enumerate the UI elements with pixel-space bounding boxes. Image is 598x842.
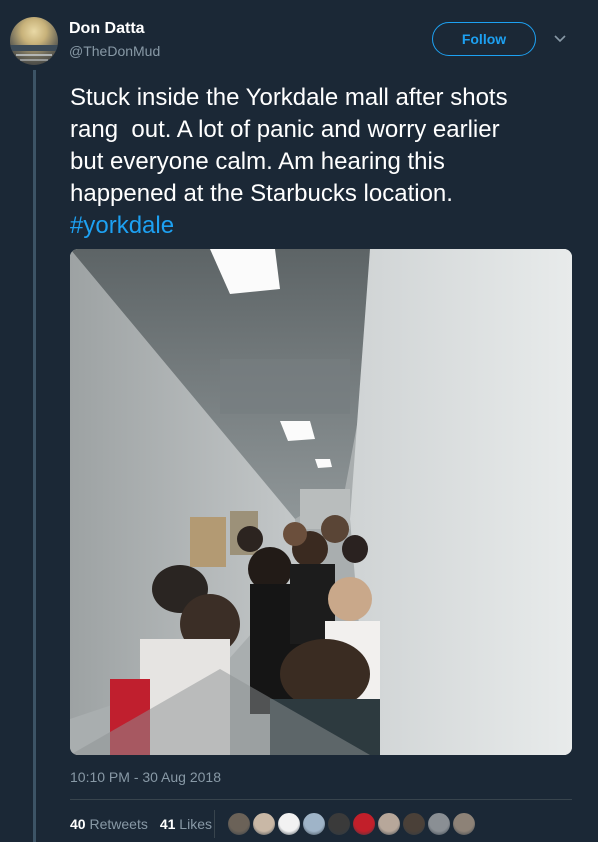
divider <box>70 799 572 800</box>
liker-avatar[interactable] <box>226 811 252 837</box>
liker-avatar[interactable] <box>251 811 277 837</box>
follow-button[interactable]: Follow <box>432 22 536 56</box>
author-name[interactable]: Don Datta <box>69 20 145 38</box>
retweets-label[interactable]: Retweets <box>89 816 147 832</box>
likes-count[interactable]: 41 <box>160 816 176 832</box>
retweets-count[interactable]: 40 <box>70 816 86 832</box>
liker-avatar[interactable] <box>301 811 327 837</box>
liker-avatar[interactable] <box>326 811 352 837</box>
tweet-photo[interactable] <box>70 249 572 755</box>
author-handle[interactable]: @TheDonMud <box>69 43 160 59</box>
likes-label[interactable]: Likes <box>179 816 212 832</box>
avatar[interactable] <box>10 17 58 65</box>
thread-line <box>33 70 36 842</box>
liker-avatar[interactable] <box>276 811 302 837</box>
liker-avatar[interactable] <box>451 811 477 837</box>
tweet-text: Stuck inside the Yorkdale mall after sho… <box>70 82 585 242</box>
stats-separator <box>214 810 215 838</box>
tweet-body: Stuck inside the Yorkdale mall after sho… <box>70 84 508 207</box>
liker-avatar[interactable] <box>401 811 427 837</box>
tweet-stats: 40 Retweets 41 Likes <box>70 816 212 832</box>
liker-avatar[interactable] <box>351 811 377 837</box>
hashtag-link[interactable]: #yorkdale <box>70 212 174 239</box>
tweet-timestamp[interactable]: 10:10 PM - 30 Aug 2018 <box>70 769 221 785</box>
chevron-down-icon[interactable] <box>552 31 568 47</box>
liker-avatar[interactable] <box>426 811 452 837</box>
liker-avatar[interactable] <box>376 811 402 837</box>
